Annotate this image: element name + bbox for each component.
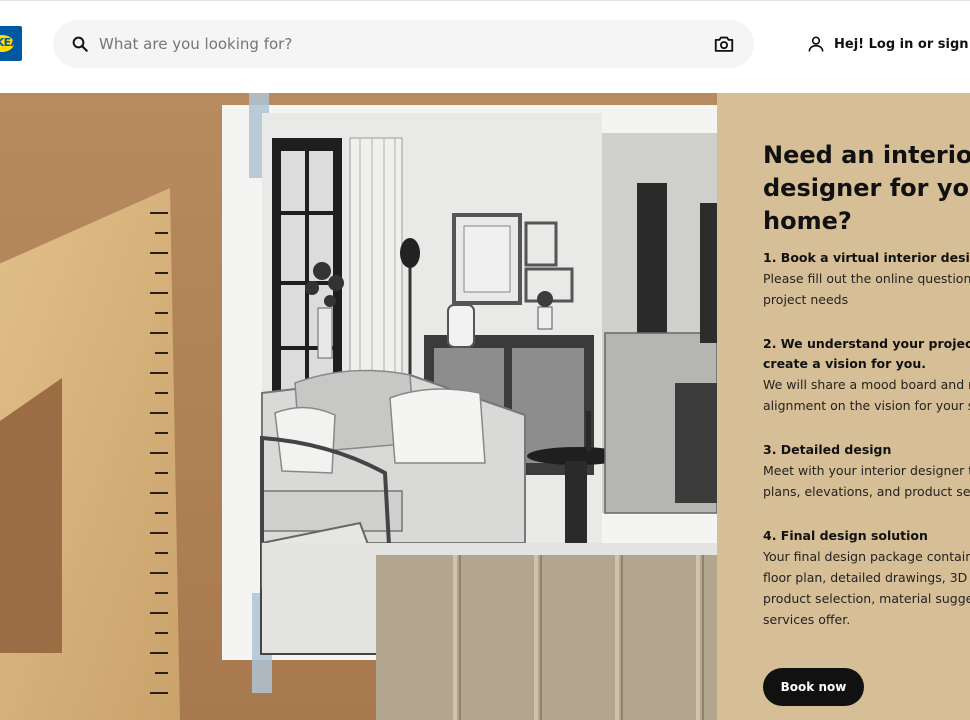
search-input[interactable]: [99, 20, 699, 68]
step-3: 3. Detailed design Meet with your interi…: [763, 440, 970, 502]
step-1: 1. Book a virtual interior design appoin…: [763, 248, 970, 310]
step-title: 4. Final design solution: [763, 528, 928, 543]
panel-title: Need an interior designer for your home?: [763, 141, 970, 235]
step-text: Please fill out the online questionnaire…: [763, 271, 970, 307]
step-title: 1. Book a virtual interior design appoin…: [763, 250, 970, 265]
step-title: 3. Detailed design: [763, 442, 892, 457]
step-text: Your final design package contains a moo…: [763, 549, 970, 627]
book-now-button[interactable]: Book now: [763, 668, 864, 706]
step-title: 2. We understand your project needs and …: [763, 336, 970, 371]
logo-text: IKEA: [0, 36, 19, 49]
site-header: IKEA Hej! Log in or sign up: [0, 0, 970, 87]
camera-icon[interactable]: [713, 33, 735, 55]
step-4: 4. Final design solution Your final desi…: [763, 526, 970, 630]
login-link[interactable]: Hej! Log in or sign up: [806, 31, 970, 57]
step-2: 2. We understand your project needs and …: [763, 334, 970, 416]
step-text: Meet with your interior designer to revi…: [763, 463, 970, 499]
search-icon[interactable]: [71, 35, 89, 53]
search-bar[interactable]: [53, 20, 754, 68]
design-service-panel: Need an interior designer for your home?…: [717, 93, 970, 720]
hero-image: [0, 93, 717, 720]
user-icon: [808, 36, 824, 52]
step-text: We will share a mood board and notes to …: [763, 377, 970, 413]
ikea-logo[interactable]: IKEA: [0, 26, 22, 61]
interior-sketch-illustration: [0, 93, 717, 720]
login-label: Hej! Log in or sign up: [834, 36, 970, 52]
panel-content: Need an interior designer for your home?…: [763, 139, 970, 706]
